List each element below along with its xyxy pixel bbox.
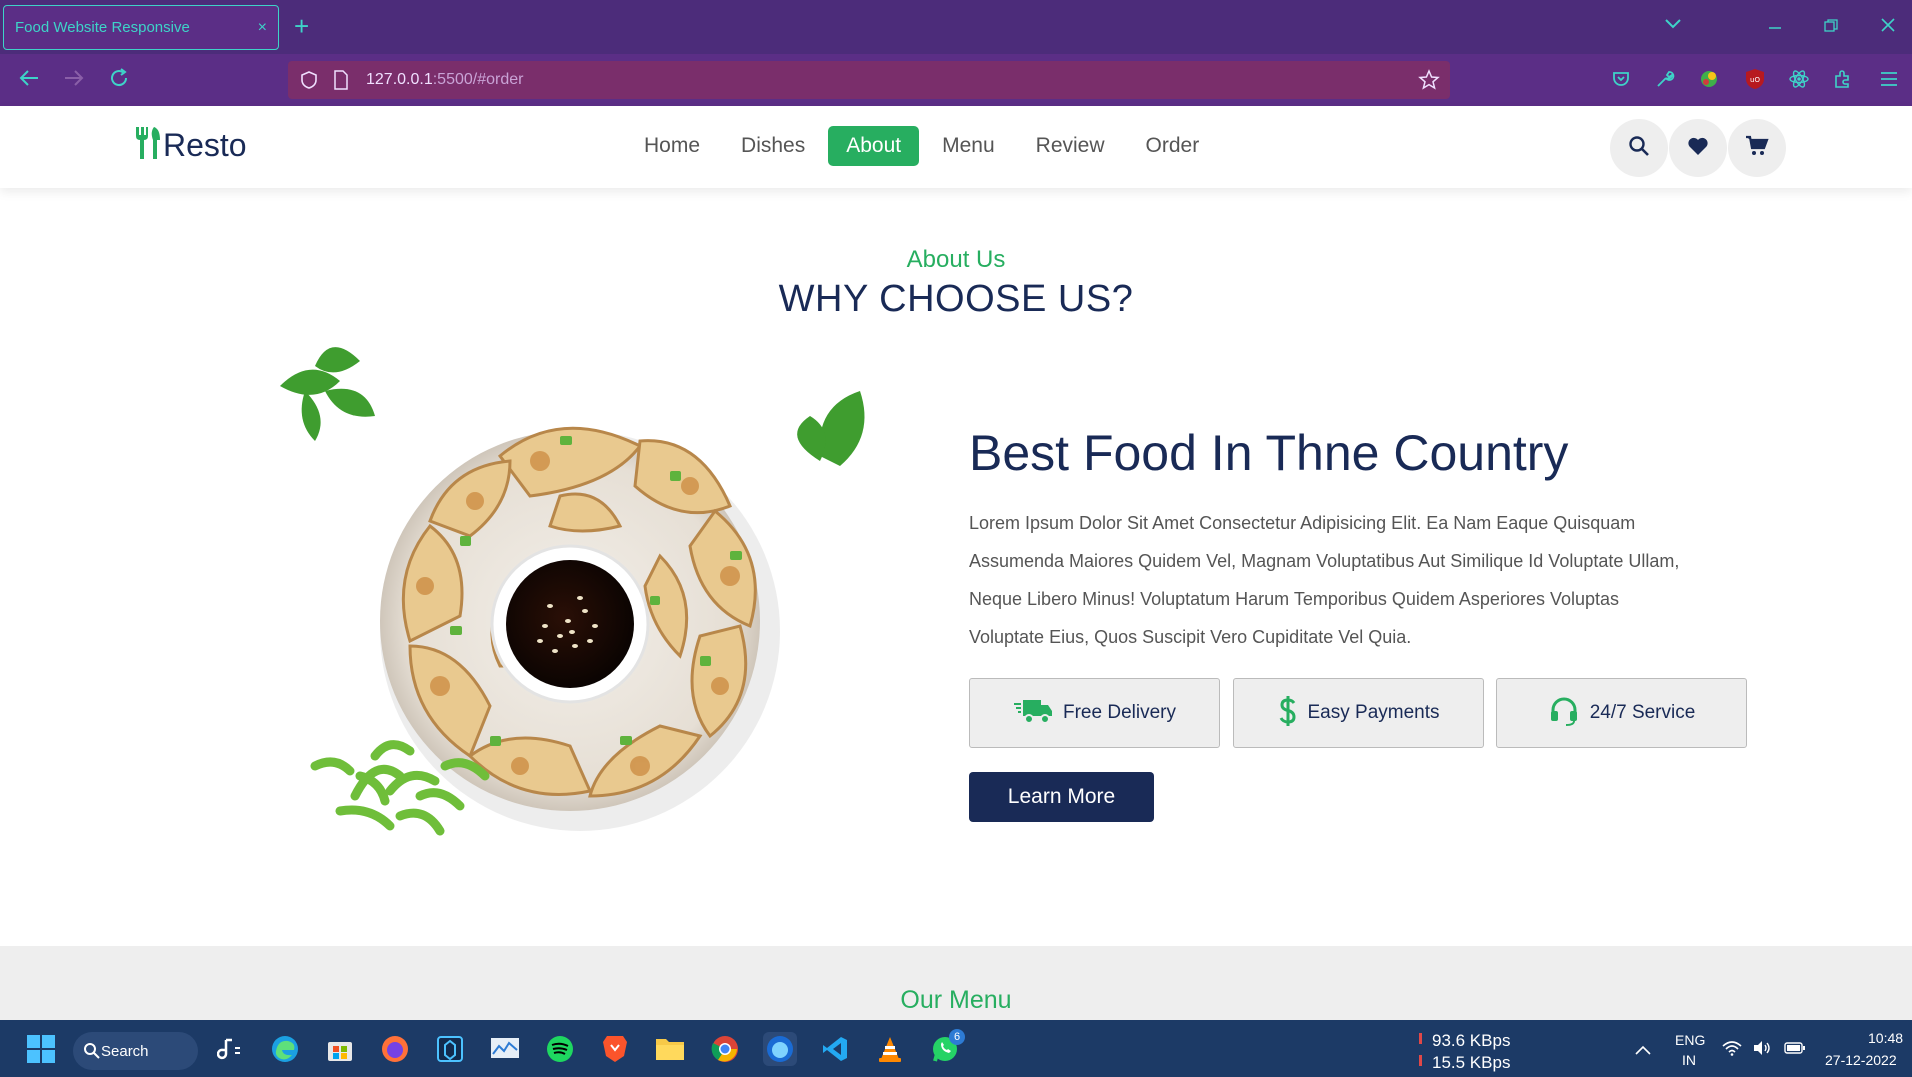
browser-tab[interactable]: Food Website Responsive ×: [3, 5, 279, 50]
vscode-icon[interactable]: [818, 1032, 852, 1066]
hamburger-menu-icon[interactable]: [1876, 66, 1902, 92]
taskbar-search-label: Search: [101, 1042, 149, 1060]
url-bar[interactable]: 127.0.0.1:5500/#order: [288, 61, 1450, 99]
nav-order[interactable]: Order: [1128, 126, 1218, 166]
upload-arrow-icon: [1419, 1055, 1422, 1066]
nav-about[interactable]: About: [828, 126, 920, 166]
browser-tab-bar: Food Website Responsive × +: [0, 0, 1912, 54]
page-icon: [333, 70, 349, 95]
url-text[interactable]: 127.0.0.1:5500/#order: [366, 71, 523, 89]
volume-icon[interactable]: [1752, 1040, 1772, 1061]
site-header: Resto Home Dishes About Menu Review Orde…: [0, 106, 1912, 188]
spotify-icon[interactable]: [543, 1032, 577, 1066]
section-heading: WHY CHOOSE US?: [778, 278, 1134, 320]
browser-toolbar: 127.0.0.1:5500/#order uO: [0, 54, 1912, 106]
nav-dishes[interactable]: Dishes: [723, 126, 823, 166]
learn-more-button[interactable]: Learn More: [969, 772, 1154, 822]
extensions-puzzle-icon[interactable]: [1830, 66, 1856, 92]
chrome-icon[interactable]: [708, 1032, 742, 1066]
ms-store-icon[interactable]: [323, 1032, 357, 1066]
about-section: About Us WHY CHOOSE US? Best Food In Thn…: [0, 206, 1912, 946]
region-indicator: IN: [1682, 1052, 1696, 1068]
content-text-line: Lorem Ipsum Dolor Sit Amet Consectetur A…: [969, 513, 1636, 533]
logo-text: Resto: [163, 127, 247, 163]
whatsapp-badge: 6: [949, 1029, 965, 1045]
show-hidden-icons-chevron-icon[interactable]: [1635, 1042, 1651, 1060]
pocket-icon[interactable]: [1608, 66, 1634, 92]
logo[interactable]: Resto: [133, 126, 247, 165]
forward-icon[interactable]: [63, 67, 85, 95]
clock-date[interactable]: 27-12-2022: [1825, 1052, 1897, 1068]
taskbar: Search 6 93.6 KBps 15.5 KBps ENG IN 10:4…: [0, 1020, 1912, 1077]
firefox-dev-icon[interactable]: [763, 1032, 797, 1066]
search-icon: [1628, 135, 1650, 162]
list-all-tabs-icon[interactable]: [1664, 15, 1682, 35]
favorites-button[interactable]: [1669, 119, 1727, 177]
ublock-icon[interactable]: uO: [1742, 66, 1768, 92]
net-download: 93.6 KBps: [1432, 1031, 1511, 1050]
menu-subheading: Our Menu: [900, 986, 1012, 1014]
dumplings-image: [260, 336, 920, 896]
wifi-icon[interactable]: [1722, 1040, 1742, 1061]
section-subheading: About Us: [906, 246, 1006, 273]
brave-icon[interactable]: [598, 1032, 632, 1066]
nav-review[interactable]: Review: [1018, 126, 1123, 166]
firefox-icon[interactable]: [378, 1032, 412, 1066]
cart-icon: [1745, 135, 1769, 162]
shield-icon[interactable]: [299, 70, 319, 95]
react-devtools-icon[interactable]: [1786, 66, 1812, 92]
content-text-line: Neque Libero Minus! Voluptatum Harum Tem…: [969, 589, 1620, 609]
reload-icon[interactable]: [108, 67, 130, 95]
wrench-icon[interactable]: [1652, 66, 1678, 92]
heart-icon: [1687, 136, 1709, 161]
restore-icon[interactable]: [1824, 18, 1838, 38]
start-windows-icon[interactable]: [24, 1032, 58, 1066]
feature-easy-payments: Easy Payments: [1233, 678, 1484, 748]
content-text-line: Assumenda Maiores Quidem Vel, Magnam Vol…: [969, 551, 1680, 571]
extension-globe-icon[interactable]: [1696, 66, 1722, 92]
feature-label: Easy Payments: [1307, 702, 1440, 723]
close-window-icon[interactable]: [1880, 17, 1896, 38]
file-explorer-icon[interactable]: [653, 1032, 687, 1066]
download-arrow-icon: [1419, 1033, 1422, 1044]
lang-indicator[interactable]: ENG: [1675, 1032, 1705, 1048]
edge-icon[interactable]: [268, 1032, 302, 1066]
feature-24-7-service: 24/7 Service: [1496, 678, 1747, 748]
vlc-icon[interactable]: [873, 1032, 907, 1066]
truck-icon: [1013, 696, 1053, 731]
clock-time[interactable]: 10:48: [1868, 1030, 1903, 1046]
cart-button[interactable]: [1728, 119, 1786, 177]
minimize-icon[interactable]: [1768, 18, 1782, 38]
content-text-line: Voluptate Eius, Quos Suscipit Vero Cupid…: [969, 627, 1412, 647]
url-path: :5500/#order: [432, 71, 524, 88]
menu-section: Our Menu: [0, 946, 1912, 1020]
nav-menu[interactable]: Menu: [924, 126, 1013, 166]
monitor-app-icon[interactable]: [488, 1032, 522, 1066]
search-icon: [83, 1042, 100, 1063]
url-host: 127.0.0.1: [366, 71, 433, 88]
nav-home[interactable]: Home: [626, 126, 718, 166]
tab-close-icon[interactable]: ×: [258, 19, 267, 37]
svg-text:uO: uO: [1750, 76, 1760, 84]
feature-label: 24/7 Service: [1589, 702, 1696, 723]
dollar-icon: [1278, 695, 1298, 732]
headset-icon: [1548, 695, 1580, 732]
main-nav: Home Dishes About Menu Review Order: [626, 126, 1222, 166]
music-app-icon[interactable]: [213, 1032, 247, 1066]
feature-label: Free Delivery: [1063, 702, 1176, 723]
content-title: Best Food In Thne Country: [969, 425, 1569, 481]
back-icon[interactable]: [18, 67, 40, 95]
feature-free-delivery: Free Delivery: [969, 678, 1220, 748]
tab-title: Food Website Responsive: [15, 19, 190, 36]
new-tab-button[interactable]: +: [294, 13, 309, 39]
bookmark-star-icon[interactable]: [1418, 69, 1440, 96]
search-button[interactable]: [1610, 119, 1668, 177]
taskbar-search[interactable]: Search: [73, 1032, 198, 1070]
net-upload: 15.5 KBps: [1432, 1053, 1511, 1072]
content-text: Lorem Ipsum Dolor Sit Amet Consectetur A…: [969, 504, 1759, 656]
battery-icon[interactable]: [1784, 1041, 1806, 1060]
utensils-icon: [133, 126, 163, 165]
terminal-app-icon[interactable]: [433, 1032, 467, 1066]
